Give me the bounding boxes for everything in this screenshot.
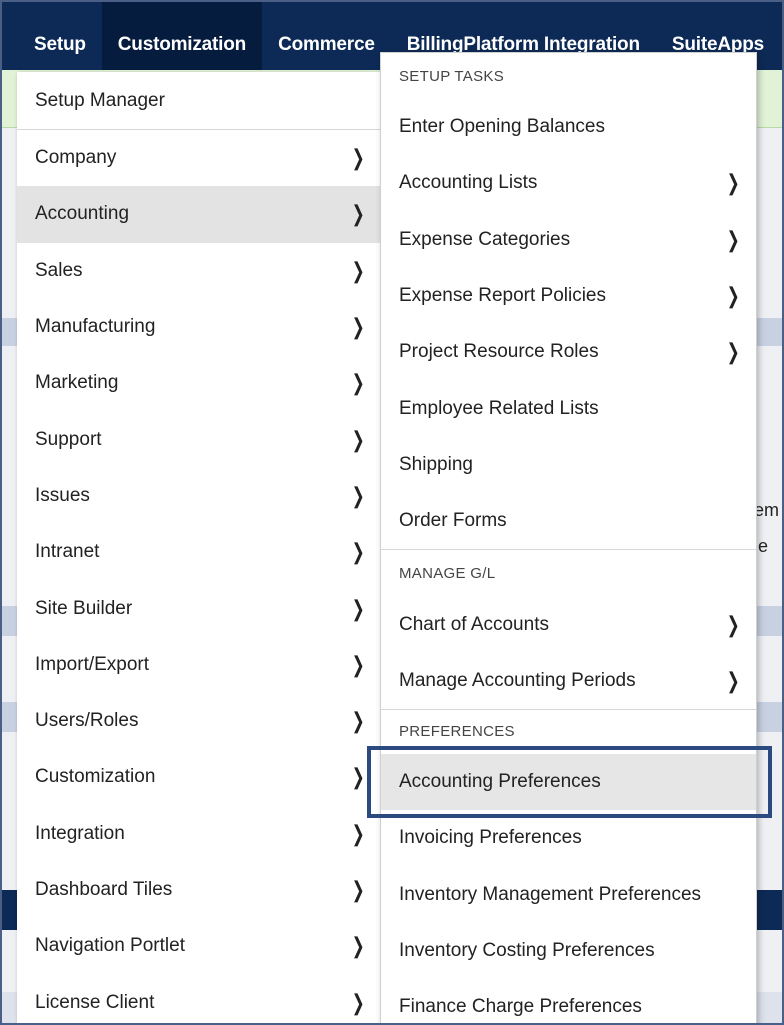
menu-item-label: License Client <box>35 991 155 1013</box>
menu-item-label: Site Builder <box>35 597 133 619</box>
submenu-item-enter-opening-balances[interactable]: Enter Opening Balances <box>381 99 756 155</box>
menu-item-label: Users/Roles <box>35 710 139 732</box>
submenu-item-label: Chart of Accounts <box>399 613 549 635</box>
submenu-item-finance-charge-preferences[interactable]: Finance Charge Preferences <box>381 979 756 1023</box>
menu-item-issues[interactable]: Issues ❯ <box>17 468 381 524</box>
submenu-item-inventory-costing-preferences[interactable]: Inventory Costing Preferences <box>381 923 756 979</box>
menu-item-setup-manager[interactable]: Setup Manager <box>17 72 381 130</box>
menu-item-label: Dashboard Tiles <box>35 879 173 900</box>
chevron-right-icon: ❯ <box>351 314 365 340</box>
menu-item-company[interactable]: Company ❯ <box>17 130 381 186</box>
chevron-right-icon: ❯ <box>351 933 365 959</box>
menu-item-integration[interactable]: Integration ❯ <box>17 806 381 862</box>
accounting-submenu: SETUP TASKS Enter Opening Balances Accoun… <box>380 52 757 1023</box>
menu-item-label: Import/Export <box>35 653 150 675</box>
submenu-item-expense-report-policies[interactable]: Expense Report Policies ❯ <box>381 268 756 324</box>
nav-setup[interactable]: Setup <box>18 2 102 70</box>
menu-item-label: Company <box>35 147 117 169</box>
menu-item-users-roles[interactable]: Users/Roles ❯ <box>17 693 381 749</box>
menu-item-site-builder[interactable]: Site Builder ❯ <box>17 580 381 636</box>
menu-item-label: Support <box>35 428 102 450</box>
setup-dropdown-menu: Setup Manager Company ❯ Accounting ❯ Sales ❯ M… <box>17 72 381 1023</box>
nav-customization[interactable]: Customization <box>101 2 263 70</box>
section-heading-preferences: PREFERENCES <box>399 723 515 741</box>
section-heading-manage-gl: MANAGE G/L <box>399 564 496 582</box>
submenu-item-label: Accounting Lists <box>399 172 538 194</box>
menu-item-intranet[interactable]: Intranet ❯ <box>17 524 381 580</box>
menu-item-import-export[interactable]: Import/Export ❯ <box>17 637 381 693</box>
submenu-item-label: Order Forms <box>399 510 507 532</box>
submenu-item-label: Project Resource Roles <box>399 341 599 363</box>
menu-item-label: Manufacturing <box>35 316 156 338</box>
submenu-item-inventory-management-preferences[interactable]: Inventory Management Preferences <box>381 867 756 923</box>
submenu-item-label: Expense Categories <box>399 228 571 250</box>
chevron-right-icon: ❯ <box>351 145 365 171</box>
submenu-item-label: Inventory Costing Preferences <box>399 940 655 961</box>
menu-item-sales[interactable]: Sales ❯ <box>17 243 381 299</box>
submenu-item-label: Inventory Management Preferences <box>399 883 702 905</box>
submenu-item-label: Enter Opening Balances <box>399 116 605 138</box>
menu-item-navigation-portlet[interactable]: Navigation Portlet ❯ <box>17 918 381 974</box>
chevron-right-icon: ❯ <box>726 611 740 637</box>
menu-item-marketing[interactable]: Marketing ❯ <box>17 355 381 411</box>
menu-item-label: Customization <box>35 766 156 788</box>
submenu-item-order-forms[interactable]: Order Forms <box>381 493 756 549</box>
submenu-item-manage-accounting-periods[interactable]: Manage Accounting Periods ❯ <box>381 653 756 709</box>
menu-item-license-client[interactable]: License Client ❯ <box>17 974 381 1023</box>
background-text-fragment: e <box>758 536 769 556</box>
chevron-right-icon: ❯ <box>351 820 365 846</box>
chevron-right-icon: ❯ <box>351 257 365 283</box>
chevron-right-icon: ❯ <box>726 339 740 365</box>
menu-item-label: Sales <box>35 259 83 281</box>
menu-item-accounting[interactable]: Accounting ❯ <box>17 186 381 243</box>
chevron-right-icon: ❯ <box>351 595 365 621</box>
chevron-right-icon: ❯ <box>351 651 365 677</box>
section-heading-setup-tasks: SETUP TASKS <box>399 67 505 85</box>
submenu-item-label: Employee Related Lists <box>399 397 599 419</box>
chevron-right-icon: ❯ <box>351 482 365 508</box>
submenu-item-shipping[interactable]: Shipping <box>381 437 756 493</box>
menu-item-label: Issues <box>35 484 90 506</box>
submenu-item-chart-of-accounts[interactable]: Chart of Accounts ❯ <box>381 596 756 652</box>
menu-item-dashboard-tiles[interactable]: Dashboard Tiles ❯ <box>17 862 381 918</box>
submenu-item-accounting-lists[interactable]: Accounting Lists ❯ <box>381 155 756 211</box>
screenshot-frame: Setup Customization Commerce BillingPlat… <box>0 0 784 1025</box>
chevron-right-icon: ❯ <box>351 877 365 902</box>
menu-item-manufacturing[interactable]: Manufacturing ❯ <box>17 299 381 355</box>
chevron-right-icon: ❯ <box>351 201 365 227</box>
submenu-item-employee-related-lists[interactable]: Employee Related Lists <box>381 380 756 436</box>
chevron-right-icon: ❯ <box>351 708 365 734</box>
submenu-item-label: Expense Report Policies <box>399 285 606 307</box>
menu-item-label: Marketing <box>35 372 119 394</box>
chevron-right-icon: ❯ <box>351 764 365 790</box>
chevron-right-icon: ❯ <box>351 426 365 452</box>
submenu-item-project-resource-roles[interactable]: Project Resource Roles ❯ <box>381 324 756 380</box>
menu-item-label: Intranet <box>35 541 100 563</box>
menu-item-label: Integration <box>35 822 125 844</box>
submenu-item-accounting-preferences[interactable]: Accounting Preferences <box>381 753 756 811</box>
menu-item-customization[interactable]: Customization ❯ <box>17 749 381 805</box>
background-text-fragment: em <box>754 500 780 520</box>
menu-item-label: Navigation Portlet <box>35 935 185 957</box>
submenu-item-label: Accounting Preferences <box>399 771 601 793</box>
submenu-item-label: Manage Accounting Periods <box>399 669 636 691</box>
chevron-right-icon: ❯ <box>726 226 740 252</box>
nav-commerce[interactable]: Commerce <box>262 2 391 70</box>
chevron-right-icon: ❯ <box>351 539 365 565</box>
chevron-right-icon: ❯ <box>726 667 740 693</box>
chevron-right-icon: ❯ <box>351 989 365 1015</box>
submenu-item-label: Finance Charge Preferences <box>399 996 642 1018</box>
menu-item-label: Accounting <box>35 203 130 225</box>
chevron-right-icon: ❯ <box>726 170 740 196</box>
submenu-item-expense-categories[interactable]: Expense Categories ❯ <box>381 212 756 268</box>
chevron-right-icon: ❯ <box>351 370 365 396</box>
submenu-item-invoicing-preferences[interactable]: Invoicing Preferences <box>381 810 756 866</box>
chevron-right-icon: ❯ <box>726 283 740 309</box>
submenu-item-label: Shipping <box>399 453 473 475</box>
menu-item-support[interactable]: Support ❯ <box>17 411 381 467</box>
submenu-item-label: Invoicing Preferences <box>399 827 582 849</box>
